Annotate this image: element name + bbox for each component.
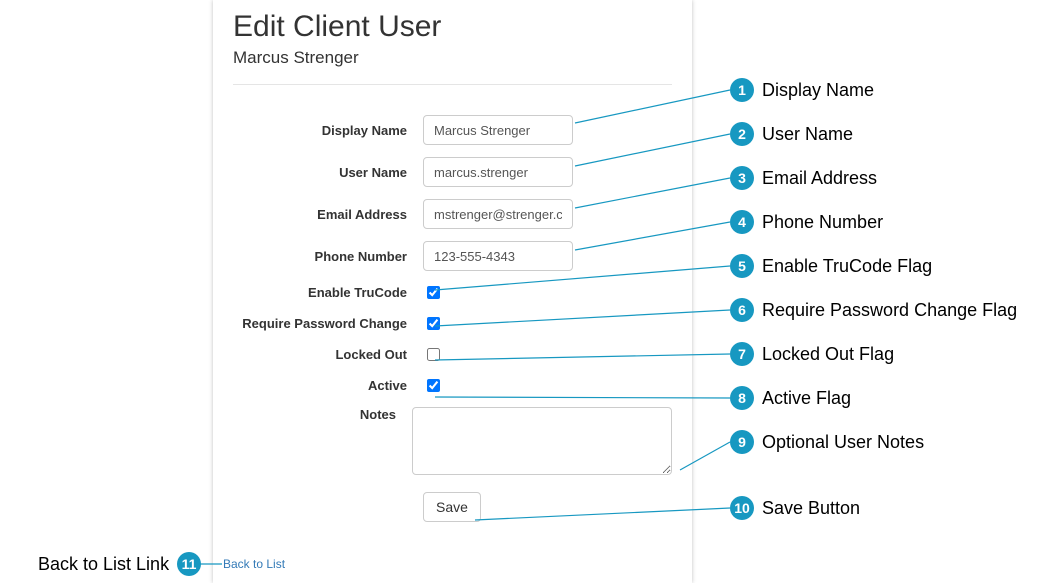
checkbox-locked-out[interactable]: [427, 348, 440, 361]
callout-badge: 3: [730, 166, 754, 190]
callout-8: 8 Active Flag: [730, 386, 851, 410]
callout-11: 11 Back to List Link: [38, 552, 201, 576]
label-require-pw: Require Password Change: [233, 316, 423, 331]
page-title: Edit Client User: [233, 10, 672, 44]
callout-label: Phone Number: [762, 212, 883, 233]
checkbox-require-pw[interactable]: [427, 317, 440, 330]
page-subtitle: Marcus Strenger: [233, 48, 672, 68]
row-phone: Phone Number: [233, 241, 672, 271]
callout-badge: 2: [730, 122, 754, 146]
callout-label: Display Name: [762, 80, 874, 101]
label-enable-trucode: Enable TruCode: [233, 285, 423, 300]
label-phone: Phone Number: [233, 249, 423, 264]
label-user-name: User Name: [233, 165, 423, 180]
row-enable-trucode: Enable TruCode: [233, 283, 672, 302]
callout-label: Require Password Change Flag: [762, 300, 1017, 321]
callout-1: 1 Display Name: [730, 78, 874, 102]
label-locked-out: Locked Out: [233, 347, 423, 362]
callout-9: 9 Optional User Notes: [730, 430, 924, 454]
input-user-name[interactable]: [423, 157, 573, 187]
label-notes: Notes: [233, 407, 412, 422]
input-display-name[interactable]: [423, 115, 573, 145]
row-save: Save: [233, 492, 672, 522]
callout-label: Active Flag: [762, 388, 851, 409]
callout-badge: 6: [730, 298, 754, 322]
callout-label: User Name: [762, 124, 853, 145]
callout-4: 4 Phone Number: [730, 210, 883, 234]
row-active: Active: [233, 376, 672, 395]
callout-10: 10 Save Button: [730, 496, 860, 520]
row-require-pw: Require Password Change: [233, 314, 672, 333]
callout-badge: 7: [730, 342, 754, 366]
back-to-list-link[interactable]: Back to List: [223, 557, 285, 571]
row-email: Email Address: [233, 199, 672, 229]
edit-user-panel: Edit Client User Marcus Strenger Display…: [213, 0, 692, 583]
row-locked-out: Locked Out: [233, 345, 672, 364]
callout-label: Locked Out Flag: [762, 344, 894, 365]
callout-badge: 5: [730, 254, 754, 278]
label-active: Active: [233, 378, 423, 393]
callout-badge: 9: [730, 430, 754, 454]
callout-badge: 10: [730, 496, 754, 520]
label-email: Email Address: [233, 207, 423, 222]
callout-label: Save Button: [762, 498, 860, 519]
callout-label: Email Address: [762, 168, 877, 189]
callout-label: Back to List Link: [38, 554, 169, 575]
checkbox-enable-trucode[interactable]: [427, 286, 440, 299]
checkbox-active[interactable]: [427, 379, 440, 392]
callout-badge: 4: [730, 210, 754, 234]
callout-badge: 11: [177, 552, 201, 576]
input-email[interactable]: [423, 199, 573, 229]
callout-7: 7 Locked Out Flag: [730, 342, 894, 366]
callout-label: Enable TruCode Flag: [762, 256, 932, 277]
input-phone[interactable]: [423, 241, 573, 271]
textarea-notes[interactable]: [412, 407, 672, 475]
callout-badge: 1: [730, 78, 754, 102]
row-display-name: Display Name: [233, 115, 672, 145]
callout-2: 2 User Name: [730, 122, 853, 146]
callout-badge: 8: [730, 386, 754, 410]
callout-label: Optional User Notes: [762, 432, 924, 453]
label-display-name: Display Name: [233, 123, 423, 138]
divider: [233, 84, 672, 85]
row-user-name: User Name: [233, 157, 672, 187]
callout-6: 6 Require Password Change Flag: [730, 298, 1017, 322]
callout-5: 5 Enable TruCode Flag: [730, 254, 932, 278]
callout-3: 3 Email Address: [730, 166, 877, 190]
row-notes: Notes: [233, 407, 672, 478]
save-button[interactable]: Save: [423, 492, 481, 522]
